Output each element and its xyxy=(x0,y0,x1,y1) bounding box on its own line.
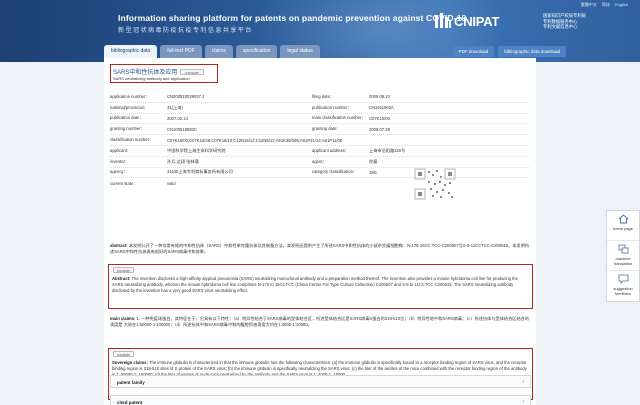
applicant-label: applicant： xyxy=(110,147,131,153)
patent-title-cn: SARS中和性抗体及应用 xyxy=(113,70,178,76)
agency-value: 31100上海专利商标事务所有限公司 xyxy=(167,169,233,175)
publication-date-label: publication date： xyxy=(110,115,144,121)
site-header: Information sharing platform for patents… xyxy=(0,0,640,62)
suggestion-feedback-label: suggestion feedback xyxy=(613,286,633,296)
patent-title-en: SARS neutralizing antibody and applicati… xyxy=(113,76,190,81)
chevron-right-icon: › xyxy=(522,399,524,405)
feedback-icon xyxy=(618,274,628,284)
agent-value: 徐磊 xyxy=(369,158,378,164)
lang-simplified-link[interactable]: 简体 xyxy=(602,2,610,8)
abstract-cn-text: 本发明公开了一种非常有效的中和性抗体（SARS）中和性单克隆抗体及其制备方法。本… xyxy=(110,243,530,254)
site-title-en: Information sharing platform for patents… xyxy=(118,13,467,23)
main-classification-label: main classification number： xyxy=(312,115,366,121)
machine-translation-button[interactable]: machine translation xyxy=(607,241,639,271)
info-row: classification number： C07K16/00;C07K16/… xyxy=(110,135,530,146)
applicant-address-value: 上海市岳阳路320号 xyxy=(369,147,406,153)
cnipat-logo-icon xyxy=(434,12,452,30)
application-number-value: CN200510029037.2 xyxy=(167,94,205,100)
lang-traditional-link[interactable]: 繁體中文 xyxy=(581,2,597,8)
pdf-download-button[interactable]: PDF download xyxy=(452,46,495,57)
granting-date-label: granting date： xyxy=(312,126,341,132)
info-row: publication date： 2007.02.14 main classi… xyxy=(110,114,530,125)
patent-title-row: SARS中和性抗体及应用 translate xyxy=(113,67,204,76)
abstract-translate-button[interactable]: translate xyxy=(113,267,135,273)
tab-full-text-pdf[interactable]: full-text PDF xyxy=(160,45,202,58)
sovereign-claims-label: Sovereign claims: xyxy=(112,360,148,365)
cited-patent-section[interactable]: cited patent › xyxy=(110,395,531,405)
home-page-label: home page xyxy=(612,226,633,231)
current-state-label: current state： xyxy=(110,180,138,186)
info-row: applicant： 中国科学院上海生命科学研究院 applicant addr… xyxy=(110,146,530,157)
machine-translation-label: machine translation xyxy=(613,256,633,266)
patent-family-section[interactable]: patent family › xyxy=(110,375,531,388)
abstract-en-label: Abstract: xyxy=(112,276,131,281)
language-links: 繁體中文 简体 English xyxy=(581,2,628,8)
cnipat-logo-word: CNIPAT xyxy=(454,13,500,29)
translation-icon xyxy=(618,244,628,254)
main-claims-label: main claims: xyxy=(110,316,136,321)
publication-number-label: publication number： xyxy=(312,104,352,110)
agency-label: agency： xyxy=(110,169,128,175)
chevron-right-icon: › xyxy=(522,379,524,385)
home-page-button[interactable]: home page xyxy=(607,211,639,241)
cited-patent-label: cited patent xyxy=(117,400,143,405)
granting-number-label: granting number： xyxy=(110,126,145,132)
logo-cn-line3: 专利文献信息中心 xyxy=(543,24,578,30)
tab-legal-status[interactable]: legal status xyxy=(280,45,320,58)
main-claims-text: 1. 一种免疫球蛋白，其特征在于，它具有以下特性：（a）特异性结合于SARS病毒… xyxy=(110,316,530,327)
applicant-value: 中国科学院上海生命科学研究院 xyxy=(167,147,226,153)
granting-number-value: CN100519583C xyxy=(167,126,198,132)
tab-claims[interactable]: claims xyxy=(204,45,233,58)
info-row: inventor： 孙兵 达翊 张林瑾 agent： 徐磊 xyxy=(110,157,530,168)
main-classification-value: C07K16/00 xyxy=(369,115,390,121)
abstract-en-text: The invention discloses a high-affinity … xyxy=(112,276,518,293)
title-translate-button[interactable]: translate xyxy=(180,68,204,75)
bib-download-button[interactable]: bibliographic data download xyxy=(498,46,566,57)
current-state-value: valid xyxy=(167,181,176,187)
main-claims-cn: main claims: 1. 一种免疫球蛋白，其特征在于，它具有以下特性：（a… xyxy=(110,316,531,328)
filing-date-value: 2005.08.10 xyxy=(369,94,390,100)
tab-specification[interactable]: specification xyxy=(235,45,278,58)
info-row: application number： CN200510029037.2 fil… xyxy=(110,92,530,103)
applicant-address-label: applicant address： xyxy=(312,147,350,153)
classification-number-label: classification number： xyxy=(110,137,154,143)
logo-cn-text: 国家知识产权局专利局 专利数据服务中心 专利文献信息中心 xyxy=(543,13,586,30)
abstract-cn-label: abstract: xyxy=(110,243,128,248)
tab-bar: bibliographic data full-text PDF claims … xyxy=(104,45,320,58)
abstract-cn: abstract: 本发明公开了一种非常有效的中和性抗体（SARS）中和性单克隆… xyxy=(110,243,531,255)
info-row: agency： 31100上海专利商标事务所有限公司 category clas… xyxy=(110,168,530,179)
inventor-value: 孙兵 达翊 张林瑾 xyxy=(167,158,199,164)
filing-date-label: filing date： xyxy=(312,93,335,99)
main-panel: SARS中和性抗体及应用 translate SARS neutralizing… xyxy=(104,58,536,405)
category-classification-value: 18G xyxy=(369,169,377,175)
category-classification-label: category classification： xyxy=(312,169,358,175)
download-buttons: PDF download bibliographic data download xyxy=(452,46,566,57)
info-row: granting number： CN100519583C granting d… xyxy=(110,124,530,136)
suggestion-feedback-button[interactable]: suggestion feedback xyxy=(607,271,639,301)
cnipat-logo: CNIPAT xyxy=(434,12,499,30)
agent-label: agent： xyxy=(312,158,327,164)
national-provincial-label: national/provincial： xyxy=(110,104,148,110)
logo-cn-line1: 国家知识产权局专利局 xyxy=(543,13,586,18)
home-icon xyxy=(618,214,628,224)
granting-date-value: 2009.07.29 xyxy=(369,126,390,132)
info-row: national/provincial： 31(上海) publication … xyxy=(110,103,530,114)
claims-translate-button[interactable]: translate xyxy=(113,351,135,357)
site-title-cn: 新型冠状病毒防疫抗疫专利信息共享平台 xyxy=(118,27,253,34)
application-number-label: application number： xyxy=(110,93,150,99)
inventor-label: inventor： xyxy=(110,158,130,164)
lang-english-link[interactable]: English xyxy=(615,2,628,8)
info-row: current state： valid xyxy=(110,178,530,189)
side-toolbar: home page machine translation suggestion… xyxy=(606,210,640,302)
classification-number-value: C07K16/00;C07K16/28;C07K16/10;C12N15/12;… xyxy=(167,137,343,143)
publication-number-value: CN1911963A xyxy=(369,105,394,111)
abstract-en: Abstract: The invention discloses a high… xyxy=(112,276,530,294)
bibliographic-table: application number： CN200510029037.2 fil… xyxy=(110,92,530,189)
national-provincial-value: 31(上海) xyxy=(167,104,183,110)
tab-bibliographic-data[interactable]: bibliographic data xyxy=(104,45,158,58)
publication-date-value: 2007.02.14 xyxy=(167,115,188,121)
patent-family-label: patent family xyxy=(117,380,145,385)
